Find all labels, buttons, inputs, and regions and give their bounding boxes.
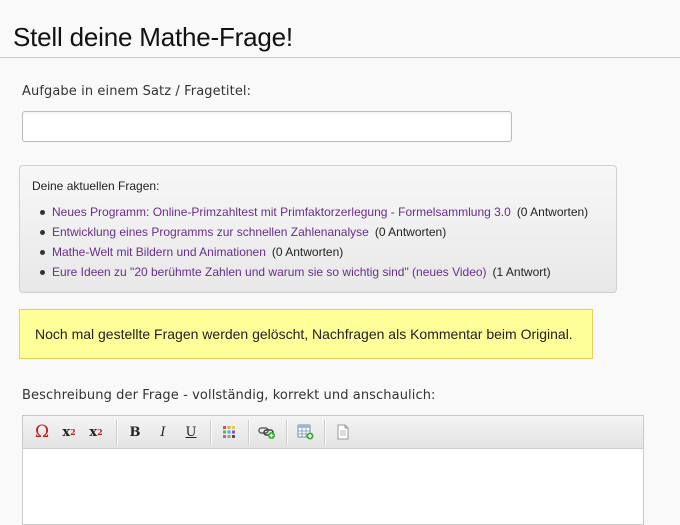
subscript-idx: 2 bbox=[97, 427, 103, 437]
answer-count: (1 Antwort) bbox=[492, 265, 551, 279]
page-title: Stell deine Mathe-Frage! bbox=[13, 22, 293, 52]
question-link[interactable]: Eure Ideen zu "20 berühmte Zahlen und wa… bbox=[52, 265, 487, 279]
question-title-input[interactable] bbox=[22, 111, 512, 142]
toolbar-separator bbox=[210, 420, 212, 445]
text-color-icon[interactable] bbox=[218, 421, 240, 443]
special-char-icon[interactable]: Ω bbox=[31, 421, 53, 443]
question-link[interactable]: Entwicklung eines Programms zur schnelle… bbox=[52, 225, 369, 239]
list-item: Neues Programm: Online-Primzahltest mit … bbox=[20, 204, 588, 224]
bold-button[interactable]: B bbox=[124, 421, 146, 443]
title-divider bbox=[0, 57, 680, 58]
current-questions-heading: Deine aktuellen Fragen: bbox=[32, 179, 160, 193]
editor-toolbar: Ω x2 x2 B I U bbox=[23, 416, 643, 449]
description-label: Beschreibung der Frage - vollständig, ko… bbox=[22, 388, 436, 403]
superscript-exp: 2 bbox=[70, 427, 76, 437]
list-item: Entwicklung eines Programms zur schnelle… bbox=[20, 224, 588, 244]
list-item: Eure Ideen zu "20 berühmte Zahlen und wa… bbox=[20, 264, 588, 284]
insert-link-icon[interactable] bbox=[256, 421, 278, 443]
duplicate-question-notice: Noch mal gestellte Fragen werden gelösch… bbox=[19, 309, 593, 359]
underline-button[interactable]: U bbox=[180, 421, 202, 443]
list-item: Mathe-Welt mit Bildern und Animationen (0… bbox=[20, 244, 588, 264]
superscript-button[interactable]: x2 bbox=[58, 421, 80, 443]
toolbar-separator bbox=[248, 420, 250, 445]
toolbar-separator bbox=[116, 420, 118, 445]
question-link[interactable]: Neues Programm: Online-Primzahltest mit … bbox=[52, 205, 511, 219]
italic-button[interactable]: I bbox=[152, 421, 174, 443]
answer-count: (0 Antworten) bbox=[271, 245, 344, 259]
current-questions-box: Deine aktuellen Fragen: Neues Programm: … bbox=[19, 165, 617, 293]
current-questions-list: Neues Programm: Online-Primzahltest mit … bbox=[20, 204, 588, 284]
description-editor: Ω x2 x2 B I U bbox=[22, 415, 644, 525]
answer-count: (0 Antworten) bbox=[374, 225, 447, 239]
title-label: Aufgabe in einem Satz / Fragetitel: bbox=[22, 84, 252, 99]
subscript-base: x bbox=[89, 424, 98, 440]
insert-table-icon[interactable] bbox=[294, 421, 316, 443]
document-icon[interactable] bbox=[332, 421, 354, 443]
superscript-base: x bbox=[62, 424, 71, 440]
question-link[interactable]: Mathe-Welt mit Bildern und Animationen bbox=[52, 245, 266, 259]
toolbar-separator bbox=[286, 420, 288, 445]
description-textarea[interactable] bbox=[23, 449, 643, 525]
subscript-button[interactable]: x2 bbox=[85, 421, 107, 443]
answer-count: (0 Antworten) bbox=[516, 205, 589, 219]
toolbar-separator bbox=[324, 420, 326, 445]
